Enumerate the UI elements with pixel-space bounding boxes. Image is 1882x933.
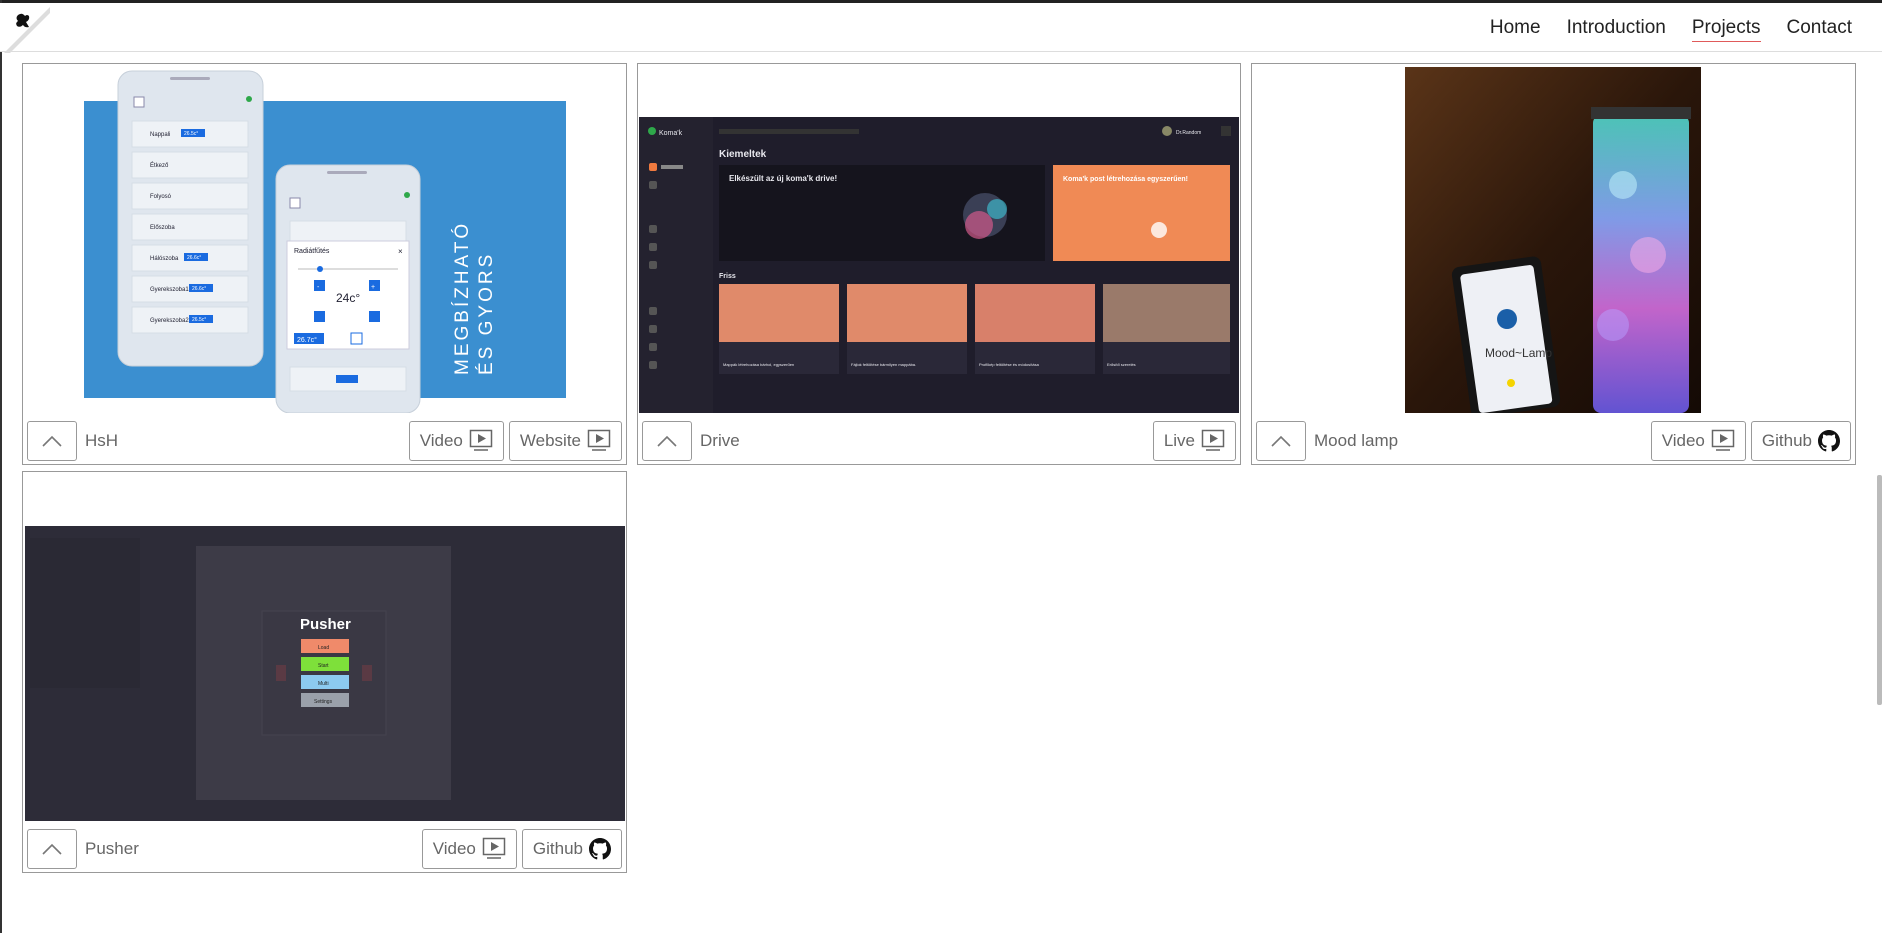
chevron-up-icon [42,843,62,855]
site-header: Home Introduction Projects Contact [0,3,1882,53]
hsh-dialog-temp: 24c° [336,291,360,305]
drive-featured-1: Elkészült az új koma'k drive! [729,174,837,183]
github-button[interactable]: Github [1750,421,1851,461]
nav-introduction[interactable]: Introduction [1567,17,1666,42]
project-card-drive: Koma'k Dr.Random Kiemeltek Elkészült az … [637,63,1241,465]
drive-brand: Koma'k [659,130,683,137]
pusher-menu-start: Start [318,663,329,669]
video-button[interactable]: Video [408,421,504,461]
nav-home[interactable]: Home [1490,17,1541,42]
project-preview-pusher: Pusher Load Start Multi Settings [24,473,625,821]
project-title: HsH [85,431,119,450]
hsh-room-1: Nappali [150,132,170,138]
project-bar-pusher: Pusher Video Github [27,829,622,869]
chevron-up-icon [1271,435,1291,447]
left-border [0,0,2,933]
project-preview-mood-lamp: Mood~Lamp [1253,65,1854,413]
github-icon [1818,430,1840,452]
website-button[interactable]: Website [508,421,622,461]
nav-projects[interactable]: Projects [1691,17,1761,42]
live-button[interactable]: Live [1152,421,1236,461]
hsh-room-3: Folyosó [150,194,172,200]
hsh-slogan-1: MEGBÍZHATÓ [451,221,473,375]
drive-featured-2: Koma'k post létrehozása egyszerűen! [1063,176,1188,183]
svg-text:×: × [398,247,403,256]
svg-text:26.5c°: 26.5c° [184,131,198,137]
chevron-up-icon [657,435,677,447]
svg-text:26.6c°: 26.6c° [192,286,206,292]
project-bar-hsh: HsH Video Website [27,421,622,461]
drive-section: Friss [719,273,736,280]
project-bar-drive: Drive Live [642,421,1236,461]
github-button-label: Github [1761,431,1812,450]
project-card-hsh: Nappali 26.5c° Étkező Folyosó Előszoba H… [22,63,627,465]
video-button[interactable]: Video [1650,421,1746,461]
expand-button[interactable] [27,829,77,869]
project-title: Mood lamp [1314,431,1399,450]
drive-user: Dr.Random [1176,130,1201,136]
pusher-menu-settings: Settings [314,699,333,705]
pusher-menu-load: Load [318,645,329,651]
project-bar-mood-lamp: Mood lamp Video Github [1256,421,1851,461]
project-title: Drive [700,431,740,450]
video-button-label: Video [419,431,463,450]
project-title: Pusher [85,839,139,858]
svg-text:Profilkép feltöltése és módosí: Profilkép feltöltése és módosítása [979,362,1040,367]
chevron-up-icon [42,435,62,447]
project-card-pusher: Pusher Load Start Multi Settings Pusher … [22,471,627,873]
nav-contact[interactable]: Contact [1787,17,1852,42]
expand-button[interactable] [1256,421,1306,461]
scrollbar-thumb[interactable] [1877,475,1882,705]
website-button-label: Website [519,431,581,450]
video-icon [1201,429,1225,451]
svg-text:26.5c°: 26.5c° [192,317,206,323]
github-button[interactable]: Github [521,829,622,869]
hsh-dialog-title: Radiátfűtés [294,248,330,255]
video-icon [587,429,611,451]
video-icon [1711,429,1735,451]
hsh-room-5: Hálószoba [150,256,179,262]
expand-button[interactable] [27,421,77,461]
hsh-room-7: Gyerekszoba2 [150,318,189,324]
svg-text:+: + [371,284,375,291]
video-icon [469,429,493,451]
drive-heading: Kiemeltek [719,149,767,160]
pusher-heading: Pusher [300,616,351,633]
hsh-room-2: Étkező [150,162,169,169]
svg-text:Fájlok feltöltése bármilyen ma: Fájlok feltöltése bármilyen mappába. [851,362,916,367]
svg-text:Erősítő szerelés: Erősítő szerelés [1107,362,1136,367]
hsh-room-6: Gyerekszoba1 [150,287,189,293]
project-preview-drive: Koma'k Dr.Random Kiemeltek Elkészült az … [639,65,1239,413]
svg-text:26.6c°: 26.6c° [187,255,201,261]
hsh-slogan-2: ÉS GYORS [476,252,497,375]
svg-text:Mappák létrehozása bárhol, egy: Mappák létrehozása bárhol, egyszerűen [723,362,794,367]
pusher-menu-multi: Multi [318,681,329,687]
live-button-label: Live [1163,431,1195,450]
video-button[interactable]: Video [421,829,517,869]
video-button-label: Video [432,839,476,858]
expand-button[interactable] [642,421,692,461]
github-icon [589,838,611,860]
video-button-label: Video [1661,431,1705,450]
logo[interactable] [4,7,50,53]
mood-lamp-phone-text: Mood~Lamp [1485,346,1552,360]
project-preview-hsh: Nappali 26.5c° Étkező Folyosó Előszoba H… [24,65,625,413]
video-icon [482,837,506,859]
main-nav: Home Introduction Projects Contact [1490,17,1852,42]
svg-text:26.7c°: 26.7c° [297,336,317,344]
github-button-label: Github [532,839,583,858]
hsh-room-4: Előszoba [150,225,175,231]
project-card-mood-lamp: Mood~Lamp Mood lamp Video Github [1251,63,1856,465]
